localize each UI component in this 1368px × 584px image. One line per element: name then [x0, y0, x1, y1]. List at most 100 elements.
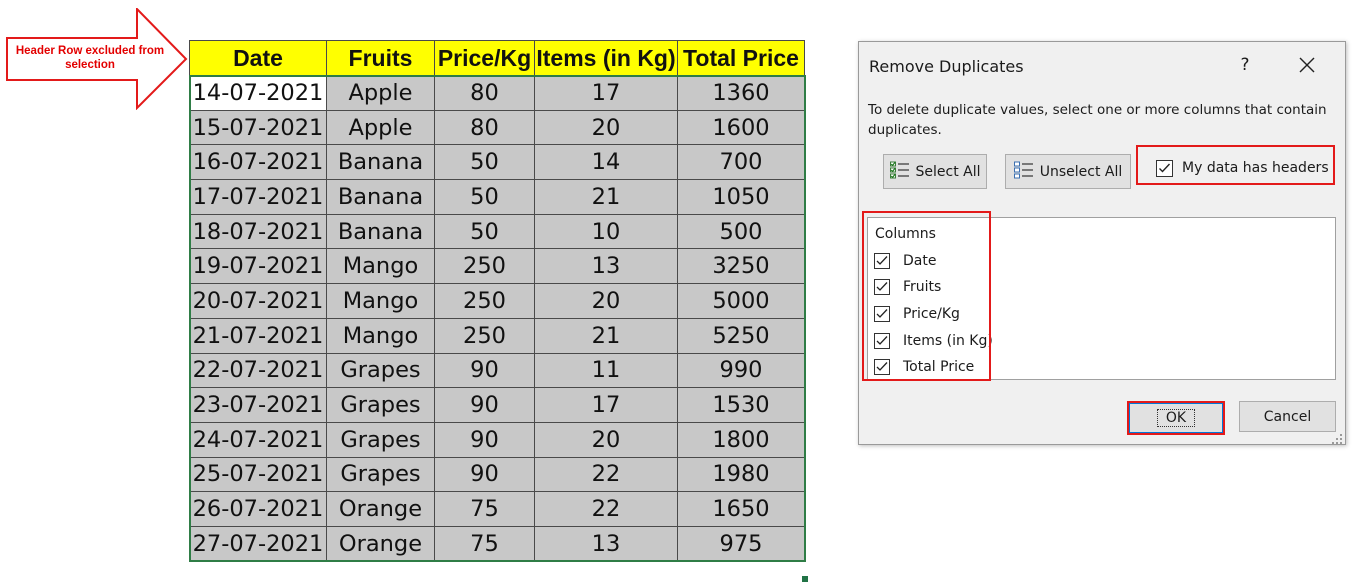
- spreadsheet-table: Date Fruits Price/Kg Items (in Kg) Total…: [188, 40, 806, 563]
- cell-date[interactable]: 21-07-2021: [189, 317, 327, 354]
- cancel-button[interactable]: Cancel: [1239, 401, 1336, 432]
- cell-price[interactable]: 90: [434, 387, 535, 423]
- column-item-date[interactable]: Date: [874, 251, 1024, 273]
- cell-items[interactable]: 11: [534, 352, 678, 389]
- cell-items[interactable]: 13: [534, 525, 678, 562]
- column-checkbox-fruits[interactable]: [874, 279, 890, 295]
- cell-price[interactable]: 90: [434, 456, 535, 493]
- column-item-price[interactable]: Price/Kg: [874, 304, 1024, 326]
- cell-total[interactable]: 990: [677, 352, 805, 389]
- cell-total[interactable]: 5250: [677, 317, 805, 354]
- column-checkbox-items[interactable]: [874, 333, 890, 349]
- header-cell-total[interactable]: Total Price: [677, 40, 805, 76]
- cell-total[interactable]: 1360: [677, 75, 805, 111]
- cell-price[interactable]: 90: [434, 421, 535, 458]
- cell-fruit[interactable]: Grapes: [326, 352, 435, 389]
- header-cell-items[interactable]: Items (in Kg): [534, 40, 678, 76]
- cell-date[interactable]: 20-07-2021: [189, 283, 327, 319]
- select-all-icon: [889, 161, 910, 183]
- cell-items[interactable]: 17: [534, 387, 678, 423]
- cell-fruit[interactable]: Banana: [326, 179, 435, 215]
- cell-price[interactable]: 80: [434, 109, 535, 146]
- header-cell-fruits[interactable]: Fruits: [326, 40, 435, 76]
- column-item-fruits[interactable]: Fruits: [874, 277, 1024, 299]
- resize-grip-icon[interactable]: [1331, 430, 1343, 444]
- cell-fruit[interactable]: Mango: [326, 283, 435, 319]
- cell-fruit[interactable]: Banana: [326, 144, 435, 181]
- cell-price[interactable]: 75: [434, 525, 535, 562]
- cell-date[interactable]: 15-07-2021: [189, 109, 327, 146]
- cell-items[interactable]: 10: [534, 213, 678, 250]
- header-cell-date[interactable]: Date: [189, 40, 327, 76]
- cell-date[interactable]: 24-07-2021: [189, 421, 327, 458]
- cell-fruit[interactable]: Grapes: [326, 421, 435, 458]
- fill-handle[interactable]: [801, 575, 809, 583]
- cell-total[interactable]: 1050: [677, 179, 805, 215]
- cell-date[interactable]: 23-07-2021: [189, 387, 327, 423]
- cell-fruit[interactable]: Apple: [326, 75, 435, 111]
- help-button[interactable]: ?: [1235, 55, 1255, 75]
- cell-price[interactable]: 250: [434, 283, 535, 319]
- cell-total[interactable]: 1980: [677, 456, 805, 493]
- cell-date[interactable]: 17-07-2021: [189, 179, 327, 215]
- cell-items[interactable]: 20: [534, 109, 678, 146]
- unselect-all-button[interactable]: Unselect All: [1005, 154, 1131, 189]
- callout-arrow: Header Row excluded from selection: [6, 8, 188, 110]
- cell-total[interactable]: 5000: [677, 283, 805, 319]
- cell-fruit[interactable]: Orange: [326, 525, 435, 562]
- cell-date[interactable]: 16-07-2021: [189, 144, 327, 181]
- cell-items[interactable]: 21: [534, 179, 678, 215]
- column-item-items[interactable]: Items (in Kg): [874, 331, 1024, 353]
- column-item-total[interactable]: Total Price: [874, 357, 1024, 379]
- cell-total[interactable]: 700: [677, 144, 805, 181]
- cell-date[interactable]: 26-07-2021: [189, 491, 327, 527]
- select-all-button[interactable]: Select All: [883, 154, 987, 189]
- cell-fruit[interactable]: Apple: [326, 109, 435, 146]
- cell-items[interactable]: 14: [534, 144, 678, 181]
- cell-total[interactable]: 3250: [677, 248, 805, 285]
- cell-fruit[interactable]: Grapes: [326, 387, 435, 423]
- column-checkbox-date[interactable]: [874, 253, 890, 269]
- cell-price[interactable]: 250: [434, 317, 535, 354]
- cell-date[interactable]: 14-07-2021: [189, 75, 327, 111]
- cell-price[interactable]: 50: [434, 179, 535, 215]
- cell-items[interactable]: 13: [534, 248, 678, 285]
- cell-items[interactable]: 22: [534, 491, 678, 527]
- cell-date[interactable]: 19-07-2021: [189, 248, 327, 285]
- my-data-has-headers-option[interactable]: My data has headers: [1146, 154, 1329, 188]
- cell-total[interactable]: 1650: [677, 491, 805, 527]
- cell-total[interactable]: 500: [677, 213, 805, 250]
- my-data-has-headers-label: My data has headers: [1182, 160, 1329, 176]
- cell-items[interactable]: 20: [534, 421, 678, 458]
- ok-button[interactable]: OK: [1129, 403, 1223, 433]
- my-data-has-headers-checkbox[interactable]: [1156, 160, 1173, 177]
- cell-total[interactable]: 1530: [677, 387, 805, 423]
- column-checkbox-total[interactable]: [874, 359, 890, 375]
- column-checkbox-price[interactable]: [874, 306, 890, 322]
- cell-date[interactable]: 27-07-2021: [189, 525, 327, 562]
- cell-fruit[interactable]: Banana: [326, 213, 435, 250]
- cell-date[interactable]: 18-07-2021: [189, 213, 327, 250]
- cell-fruit[interactable]: Mango: [326, 317, 435, 354]
- cell-total[interactable]: 1800: [677, 421, 805, 458]
- cell-items[interactable]: 17: [534, 75, 678, 111]
- header-cell-price[interactable]: Price/Kg: [434, 40, 535, 76]
- cell-total[interactable]: 975: [677, 525, 805, 562]
- cell-price[interactable]: 250: [434, 248, 535, 285]
- cell-items[interactable]: 22: [534, 456, 678, 493]
- cell-price[interactable]: 50: [434, 144, 535, 181]
- cell-date[interactable]: 25-07-2021: [189, 456, 327, 493]
- header-row: Date Fruits Price/Kg Items (in Kg) Total…: [189, 40, 805, 76]
- cell-price[interactable]: 90: [434, 352, 535, 389]
- cell-price[interactable]: 75: [434, 491, 535, 527]
- cell-fruit[interactable]: Orange: [326, 491, 435, 527]
- cell-price[interactable]: 50: [434, 213, 535, 250]
- cell-total[interactable]: 1600: [677, 109, 805, 146]
- cell-fruit[interactable]: Mango: [326, 248, 435, 285]
- cell-fruit[interactable]: Grapes: [326, 456, 435, 493]
- cell-price[interactable]: 80: [434, 75, 535, 111]
- cell-date[interactable]: 22-07-2021: [189, 352, 327, 389]
- cell-items[interactable]: 20: [534, 283, 678, 319]
- cell-items[interactable]: 21: [534, 317, 678, 354]
- close-icon[interactable]: [1295, 53, 1319, 77]
